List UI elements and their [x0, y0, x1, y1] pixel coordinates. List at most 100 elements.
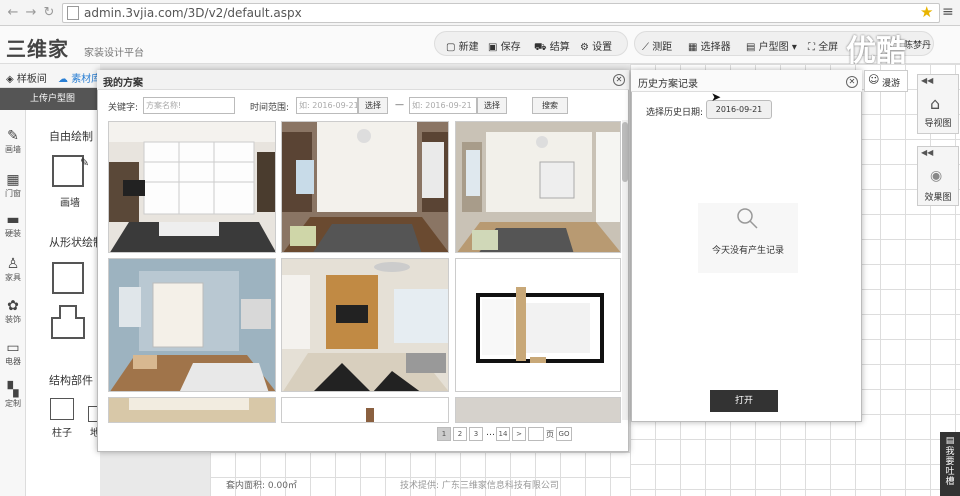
save-button[interactable]: ▣ 保存	[488, 38, 521, 53]
camera-icon: ◉	[930, 168, 943, 184]
menu-icon[interactable]: ≡	[942, 4, 954, 20]
feedback-button[interactable]: ▤ 我要吐槽	[940, 432, 960, 496]
dialog-header	[97, 70, 629, 90]
ruler-icon: ⟋	[642, 42, 649, 53]
page-ellipsis: …	[486, 428, 495, 438]
slogan: 家装设计平台	[84, 48, 144, 59]
scheme-thumb-8[interactable]	[281, 397, 449, 423]
reload-icon[interactable]: ↻	[40, 4, 58, 22]
nav-view-label: 导视图	[924, 119, 952, 129]
chat-icon: ▤	[945, 436, 955, 446]
star-icon[interactable]: ★	[920, 3, 933, 21]
free-draw-heading: 自由绘制	[49, 130, 93, 143]
empty-message: 今天没有产生记录	[712, 246, 785, 256]
select-button[interactable]: ▦ 选择器	[688, 38, 731, 53]
next-page-button[interactable]: >	[512, 427, 526, 441]
keyword-label: 关键字:	[108, 103, 139, 113]
home-icon: ⌂	[930, 94, 941, 113]
fullscreen-button[interactable]: ⛶ 全屏	[808, 38, 838, 53]
scheme-thumb-3[interactable]	[455, 121, 621, 253]
time-range-label: 时间范围:	[250, 103, 290, 113]
open-button[interactable]: 打开	[710, 390, 778, 412]
page-14-button[interactable]: 14	[496, 427, 510, 441]
new-button[interactable]: ▢ 新建	[446, 38, 479, 53]
history-close-icon[interactable]: ✕	[846, 76, 858, 88]
cloud-icon: ☁	[58, 74, 68, 85]
nav-custom[interactable]: ▚ 定制	[0, 382, 26, 409]
roam-label: 漫游	[882, 79, 901, 89]
scheme-thumb-4[interactable]	[108, 258, 276, 392]
search-icon	[737, 208, 758, 229]
collapse-icon[interactable]: ◀◀	[921, 76, 933, 85]
scheme-thumb-1[interactable]	[108, 121, 276, 253]
feedback-label: 我要吐槽	[945, 447, 955, 487]
tab-sample-room[interactable]: ◈ 样板间	[6, 70, 47, 85]
nav-draw-wall[interactable]: ✎ 画墙	[0, 128, 26, 155]
fullscreen-icon: ⛶	[808, 42, 815, 53]
pen-icon: ✎	[7, 128, 19, 144]
nav-hard-decor[interactable]: ▬ 硬装	[0, 212, 26, 239]
upload-floorplan-button[interactable]: 上传户型图	[0, 88, 100, 110]
cube-icon: ◈	[6, 74, 14, 85]
window-icon: ▦	[6, 172, 20, 188]
nav-appliances[interactable]: ▭ 电器	[0, 340, 26, 367]
dialog-scrollbar-thumb[interactable]	[622, 122, 628, 182]
scheme-thumb-5[interactable]	[281, 258, 449, 392]
user-icon: ☺	[868, 73, 880, 86]
grid-icon: ▦	[688, 42, 698, 53]
rect-shape-tool[interactable]	[52, 262, 84, 294]
pencil-icon: ✎	[80, 156, 90, 169]
logo: 三维家	[6, 37, 69, 61]
settings-button[interactable]: ⚙ 设置	[580, 38, 612, 53]
shape-draw-heading: 从形状绘制	[49, 236, 104, 249]
collapse-icon-2[interactable]: ◀◀	[921, 148, 933, 157]
start-date-input[interactable]: 如: 2016-09-21	[296, 97, 358, 114]
dialog-close-icon[interactable]: ✕	[613, 74, 625, 86]
apps-icon: ▚	[7, 382, 19, 398]
page-label: 页	[546, 430, 554, 439]
scheme-thumb-7[interactable]	[108, 397, 276, 423]
monitor-icon: ▭	[6, 340, 20, 356]
page-icon	[67, 6, 79, 20]
area-readout: 套内面积: 0.00㎡	[226, 481, 297, 491]
page-number-input[interactable]	[528, 427, 544, 441]
user-name[interactable]: 陈梦丹	[904, 38, 931, 51]
render-label: 效果图	[924, 193, 952, 203]
url-text[interactable]: admin.3vjia.com/3D/v2/default.aspx	[84, 6, 302, 20]
column-tool[interactable]	[50, 398, 74, 420]
dialog-title: 我的方案	[103, 78, 143, 89]
cursor-icon: ➤	[711, 90, 722, 104]
column-label: 柱子	[52, 428, 72, 439]
page-1-button[interactable]: 1	[437, 427, 451, 441]
nav-furniture[interactable]: ♙ 家具	[0, 256, 26, 283]
nav-doors-windows[interactable]: ▦ 门窗	[0, 172, 26, 199]
end-date-select-button[interactable]: 选择	[477, 97, 507, 114]
save-icon: ▣	[488, 42, 498, 53]
tech-credit: 技术提供: 广东三维家信息科技有限公司	[400, 481, 559, 491]
history-title: 历史方案记录	[638, 79, 698, 90]
tab-material-library[interactable]: ☁ 素材库	[58, 70, 101, 85]
nav-decoration[interactable]: ✿ 装饰	[0, 298, 26, 325]
scheme-thumb-2[interactable]	[281, 121, 449, 253]
search-button[interactable]: 搜索	[532, 97, 568, 114]
back-icon[interactable]: ←	[4, 4, 22, 22]
roller-icon: ▬	[6, 212, 20, 228]
end-date-input[interactable]: 如: 2016-09-21	[409, 97, 477, 114]
go-button[interactable]: GO	[556, 427, 572, 441]
page-3-button[interactable]: 3	[469, 427, 483, 441]
keyword-input[interactable]: 方案名称!	[143, 97, 235, 114]
plant-icon: ✿	[7, 298, 19, 314]
measure-button[interactable]: ⟋ 测距	[642, 38, 672, 53]
forward-icon[interactable]: →	[22, 4, 40, 22]
scheme-thumb-9[interactable]	[455, 397, 621, 423]
page-2-button[interactable]: 2	[453, 427, 467, 441]
structure-heading: 结构部件	[49, 374, 93, 387]
scheme-thumb-6[interactable]	[455, 258, 621, 392]
cart-icon: ⛟	[534, 42, 547, 53]
l-shape-tool[interactable]	[50, 304, 86, 340]
checkout-button[interactable]: ⛟ 结算	[534, 38, 570, 55]
start-date-select-button[interactable]: 选择	[358, 97, 388, 114]
floorplan-icon: ▤	[746, 42, 756, 53]
floorplan-button[interactable]: ▤ 户型图 ▾	[746, 38, 797, 53]
new-icon: ▢	[446, 42, 456, 53]
